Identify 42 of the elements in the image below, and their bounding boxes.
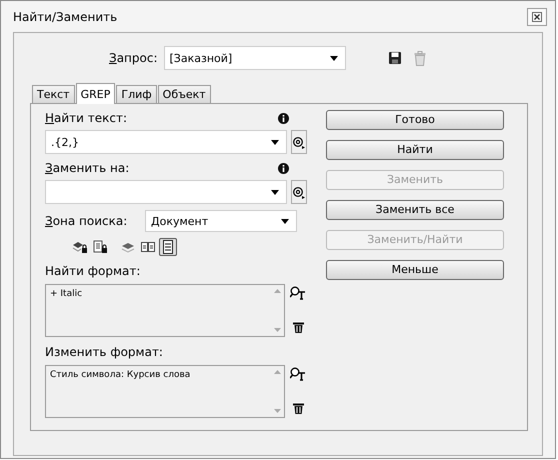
format-magnifier-icon[interactable]: [290, 367, 306, 381]
action-button[interactable]: Меньше: [326, 260, 504, 280]
tab[interactable]: Объект: [158, 85, 211, 103]
special-characters-button[interactable]: [291, 130, 307, 154]
book-icon: [140, 239, 156, 255]
document-lock-icon: [92, 239, 108, 255]
trash-icon[interactable]: [292, 402, 304, 414]
tab[interactable]: Текст: [32, 85, 75, 103]
action-button[interactable]: Найти: [326, 140, 504, 160]
close-button[interactable]: [527, 8, 547, 26]
action-button[interactable]: Готово: [326, 110, 504, 130]
find-format-label: Найти формат:: [45, 263, 142, 280]
search-option-button[interactable]: [91, 238, 109, 256]
format-magnifier-icon[interactable]: [290, 286, 306, 300]
tab[interactable]: GREP: [76, 83, 116, 104]
stacked-layers-lock-icon: [72, 239, 88, 255]
find-text-field[interactable]: .{2,}: [45, 130, 287, 154]
change-format-label: Изменить формат:: [45, 344, 164, 361]
search-zone-dropdown[interactable]: Документ: [145, 210, 297, 232]
find-format-text: + Italic: [49, 288, 84, 301]
query-dropdown[interactable]: [Заказной]: [164, 46, 346, 70]
window-title: Найти/Заменить: [13, 8, 118, 26]
search-option-button[interactable]: [159, 238, 177, 256]
query-label: Запрос:: [109, 50, 158, 67]
info-icon: [278, 112, 289, 124]
special-characters-button[interactable]: [291, 180, 307, 204]
dropdown-arrow-icon[interactable]: [271, 190, 279, 195]
document-icon: [160, 239, 176, 255]
search-zone-label: Зона поиска:: [45, 213, 128, 230]
dropdown-arrow-icon[interactable]: [330, 56, 338, 61]
change-format-text: Стиль символа: Курсив слова: [49, 369, 192, 382]
replace-with-field[interactable]: [45, 180, 287, 204]
dropdown-arrow-icon[interactable]: [281, 219, 289, 224]
save-icon[interactable]: [388, 51, 402, 65]
tab[interactable]: Глиф: [116, 85, 157, 103]
find-text-label: Найти текст:: [45, 110, 128, 127]
info-icon: [278, 162, 289, 174]
dropdown-arrow-icon[interactable]: [271, 140, 279, 145]
trash-icon[interactable]: [292, 321, 304, 333]
close-icon: [532, 12, 542, 22]
replace-with-label: Заменить на:: [45, 160, 130, 177]
action-button[interactable]: Заменить все: [326, 200, 504, 220]
